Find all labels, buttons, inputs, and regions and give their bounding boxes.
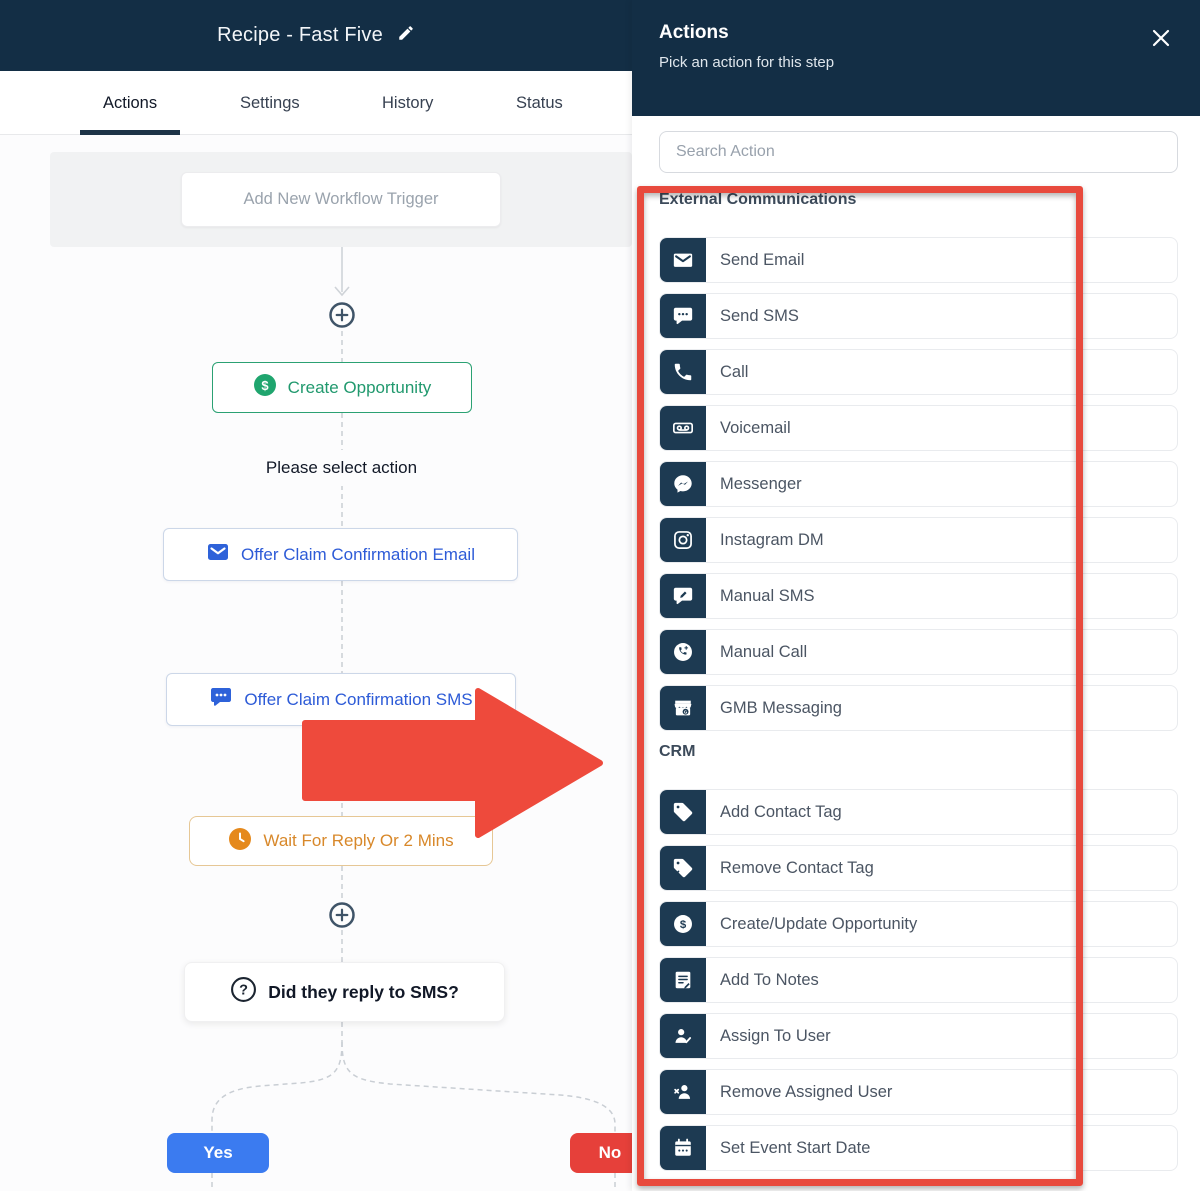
action-item[interactable]: Assign To User	[659, 1013, 1178, 1059]
tab-history[interactable]: History	[382, 71, 433, 135]
actions-panel-title: Actions	[659, 22, 729, 43]
add-workflow-trigger-button[interactable]: Add New Workflow Trigger	[181, 172, 501, 227]
action-item[interactable]: Send SMS	[659, 293, 1178, 339]
tab-bar: Actions Settings History Status	[0, 71, 632, 135]
instagram-dm-icon	[660, 518, 706, 562]
tab-label: Status	[516, 93, 563, 112]
add-to-notes-icon	[660, 958, 706, 1002]
remove-assigned-user-icon	[660, 1070, 706, 1114]
section-title: External Communications	[659, 191, 857, 208]
action-item[interactable]: Manual SMS	[659, 573, 1178, 619]
action-sections: External Communications Send Email Send …	[659, 191, 1178, 1171]
clock-icon	[228, 827, 252, 856]
search-action-input[interactable]	[659, 131, 1178, 173]
manual-call-icon	[660, 630, 706, 674]
action-item-label: Add To Notes	[720, 970, 819, 989]
action-item-label: Set Event Start Date	[720, 1138, 871, 1157]
please-select-action-text: Please select action	[250, 450, 433, 486]
gmb-messaging-icon: G	[660, 686, 706, 730]
workflow-title: Recipe - Fast Five	[217, 24, 383, 46]
send-email-icon	[660, 238, 706, 282]
action-item-label: Send SMS	[720, 306, 799, 325]
condition-node[interactable]: ? Did they reply to SMS?	[184, 962, 505, 1022]
tab-actions[interactable]: Actions	[79, 71, 181, 135]
plus-icon	[329, 902, 355, 928]
action-item-label: Remove Contact Tag	[720, 858, 874, 877]
action-item-label: GMB Messaging	[720, 698, 842, 717]
manual-sms-icon	[660, 574, 706, 618]
condition-label: Did they reply to SMS?	[268, 981, 459, 1002]
add-step-plus-button-3[interactable]	[327, 900, 357, 930]
red-arrow-annotation	[302, 688, 603, 838]
branch-yes-button[interactable]: Yes	[167, 1133, 269, 1173]
plus-icon	[329, 302, 355, 328]
action-item[interactable]: Set Event Start Date	[659, 1125, 1178, 1171]
actions-panel: Actions Pick an action for this step Ext…	[632, 0, 1200, 1191]
action-item[interactable]: Add To Notes	[659, 957, 1178, 1003]
assign-to-user-icon	[660, 1014, 706, 1058]
tab-label: History	[382, 93, 434, 112]
create-opportunity-node[interactable]: $ Create Opportunity	[212, 362, 472, 413]
action-item-label: Manual Call	[720, 642, 808, 661]
remove-contact-tag-icon	[660, 846, 706, 890]
tab-label: Settings	[240, 93, 300, 112]
action-item-label: Instagram DM	[720, 530, 824, 549]
action-item[interactable]: Remove Assigned User	[659, 1069, 1178, 1115]
set-event-start-date-icon	[660, 1126, 706, 1170]
action-item[interactable]: Messenger	[659, 461, 1178, 507]
action-item[interactable]: Add Contact Tag	[659, 789, 1178, 835]
close-icon[interactable]	[1148, 26, 1174, 52]
question-icon: ?	[230, 976, 257, 1008]
tab-settings[interactable]: Settings	[240, 71, 300, 135]
workflow-header: Recipe - Fast Five	[0, 0, 632, 71]
voicemail-icon	[660, 406, 706, 450]
action-section: External Communications Send Email Send …	[659, 191, 1178, 731]
svg-text:$: $	[680, 919, 687, 931]
edit-pencil-icon[interactable]	[397, 24, 415, 47]
create-opportunity-label: Create Opportunity	[287, 377, 432, 397]
action-item-label: Voicemail	[720, 418, 791, 437]
workflow-builder: Recipe - Fast Five Actions Settings Histor…	[0, 0, 1200, 1191]
action-item-label: Manual SMS	[720, 586, 815, 605]
action-item[interactable]: Instagram DM	[659, 517, 1178, 563]
action-item-label: Call	[720, 362, 749, 381]
action-item[interactable]: Voicemail	[659, 405, 1178, 451]
create-update-opportunity-icon: $	[660, 902, 706, 946]
action-item[interactable]: $ Create/Update Opportunity	[659, 901, 1178, 947]
add-contact-tag-icon	[660, 790, 706, 834]
actions-panel-header: Actions Pick an action for this step	[632, 0, 1200, 116]
add-step-plus-button-1[interactable]	[327, 300, 357, 330]
svg-text:$: $	[261, 378, 269, 393]
section-title: CRM	[659, 743, 696, 760]
call-icon	[660, 350, 706, 394]
action-item[interactable]: Call	[659, 349, 1178, 395]
action-item-label: Remove Assigned User	[720, 1082, 893, 1101]
action-item[interactable]: G GMB Messaging	[659, 685, 1178, 731]
workflow-canvas: Add New Workflow Trigger $ Create Opport…	[0, 135, 632, 1191]
action-item-label: Messenger	[720, 474, 802, 493]
action-section: CRM Add Contact Tag Remove Contact Tag $…	[659, 743, 1178, 1171]
action-item[interactable]: Manual Call	[659, 629, 1178, 675]
tab-label: Actions	[103, 93, 158, 112]
sms-icon	[209, 685, 233, 714]
action-item-label: Assign To User	[720, 1026, 831, 1045]
send-sms-icon	[660, 294, 706, 338]
tab-status[interactable]: Status	[516, 71, 563, 135]
action-item-label: Send Email	[720, 250, 805, 269]
action-item-label: Create/Update Opportunity	[720, 914, 918, 933]
action-item[interactable]: Remove Contact Tag	[659, 845, 1178, 891]
action-item[interactable]: Send Email	[659, 237, 1178, 283]
actions-panel-subtitle: Pick an action for this step	[659, 54, 835, 71]
action-item-label: Add Contact Tag	[720, 802, 842, 821]
trigger-banner: Add New Workflow Trigger	[50, 152, 632, 247]
opportunity-dollar-icon: $	[253, 373, 277, 402]
branch-no-button[interactable]: No	[570, 1133, 632, 1173]
messenger-icon	[660, 462, 706, 506]
svg-text:?: ?	[239, 983, 248, 999]
actions-panel-body: External Communications Send Email Send …	[632, 116, 1200, 1171]
email-icon	[206, 540, 230, 569]
svg-text:G: G	[684, 710, 688, 715]
